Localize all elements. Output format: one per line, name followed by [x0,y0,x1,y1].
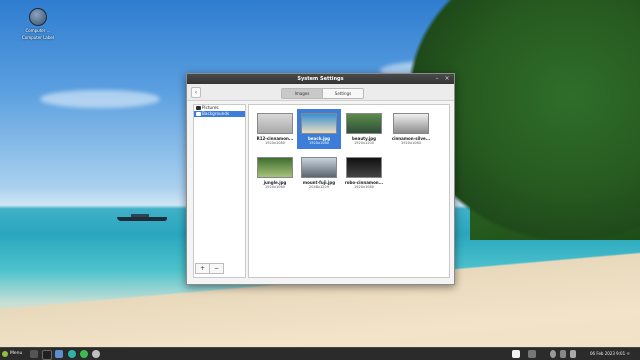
image-size: 1920x1080 [309,141,329,145]
window-titlebar[interactable]: System Settings – × [187,74,454,84]
update-icon[interactable] [80,350,88,358]
settings-gear-icon[interactable] [92,350,100,358]
image-thumb-jungle[interactable]: jungle.jpg 1920x1080 [253,153,297,193]
add-folder-button[interactable]: + [195,263,210,274]
thumbnail-image [346,113,382,134]
folder-sidebar: Pictures Backgrounds [193,104,246,278]
thumbnail-image [301,157,337,178]
volume-icon[interactable] [560,350,566,358]
folder-icon [196,112,201,116]
notifications-icon[interactable] [570,350,576,358]
files-icon[interactable] [55,350,63,358]
image-size: 1920x1080 [265,141,285,145]
mint-logo-icon [2,351,8,357]
close-button[interactable]: × [444,76,450,82]
workspace-1-icon[interactable] [512,350,520,358]
terminal-icon[interactable] [42,350,52,360]
image-thumb-beach[interactable]: beach.jpg 1920x1080 [297,109,341,149]
desktop-icon-label-2: Computer Label [22,35,54,40]
folder-icon [196,106,201,110]
sidebar-buttons: + − [195,263,224,274]
image-thumb-cinnamon-silver[interactable]: cinnamon-silve... 1920x1080 [389,109,433,149]
back-button[interactable]: ‹ [191,87,201,98]
image-size: 1920x1080 [401,141,421,145]
menu-button[interactable]: Menu [2,350,28,358]
desktop-computer-icon[interactable]: Computer ... Computer Label [20,8,56,40]
computer-icon [29,8,47,26]
taskbar: Menu 06 Feb 2023 9:01 ☼ [0,347,640,360]
thumbnail-image [301,113,337,134]
show-desktop-icon[interactable] [30,350,38,358]
thumbnail-image [257,113,293,134]
image-size: 2048x1229 [309,185,329,189]
image-thumb-mount-fuji[interactable]: mount-fuji.jpg 2048x1229 [297,153,341,193]
minimize-button[interactable]: – [434,76,440,82]
network-icon[interactable] [550,350,556,358]
software-icon[interactable] [68,350,76,358]
sidebar-item-label: Backgrounds [202,111,230,116]
thumbnail-image [393,113,429,134]
tab-images[interactable]: Images [281,88,323,99]
remove-folder-button[interactable]: − [210,263,224,274]
image-size: 1920x1200 [354,141,374,145]
image-thumb-beauty[interactable]: beauty.jpg 1920x1200 [342,109,386,149]
image-grid: R12-cinnamon... 1920x1080 beach.jpg 1920… [248,104,450,278]
workspace-2-icon[interactable] [528,350,536,358]
image-thumb-r12-cinnamon[interactable]: R12-cinnamon... 1920x1080 [253,109,297,149]
thumbnail-image [346,157,382,178]
thumbnail-image [257,157,293,178]
image-size: 1920x1080 [265,185,285,189]
clock[interactable]: 06 Feb 2023 9:01 ☼ [590,350,638,358]
boat [117,213,167,221]
window-title: System Settings [297,76,344,82]
system-settings-window: System Settings – × ‹ Images Settings Pi… [186,73,455,285]
toolbar: ‹ Images Settings [187,84,454,101]
image-size: 1920x1080 [354,185,374,189]
image-thumb-robo-cinnamon[interactable]: robo-cinnamon... 1920x1080 [342,153,386,193]
tab-settings[interactable]: Settings [323,88,364,99]
sidebar-item-backgrounds[interactable]: Backgrounds [194,111,245,117]
menu-label: Menu [10,351,23,356]
tab-switcher: Images Settings [281,88,364,99]
desktop-icon-label-1: Computer ... [25,28,51,33]
